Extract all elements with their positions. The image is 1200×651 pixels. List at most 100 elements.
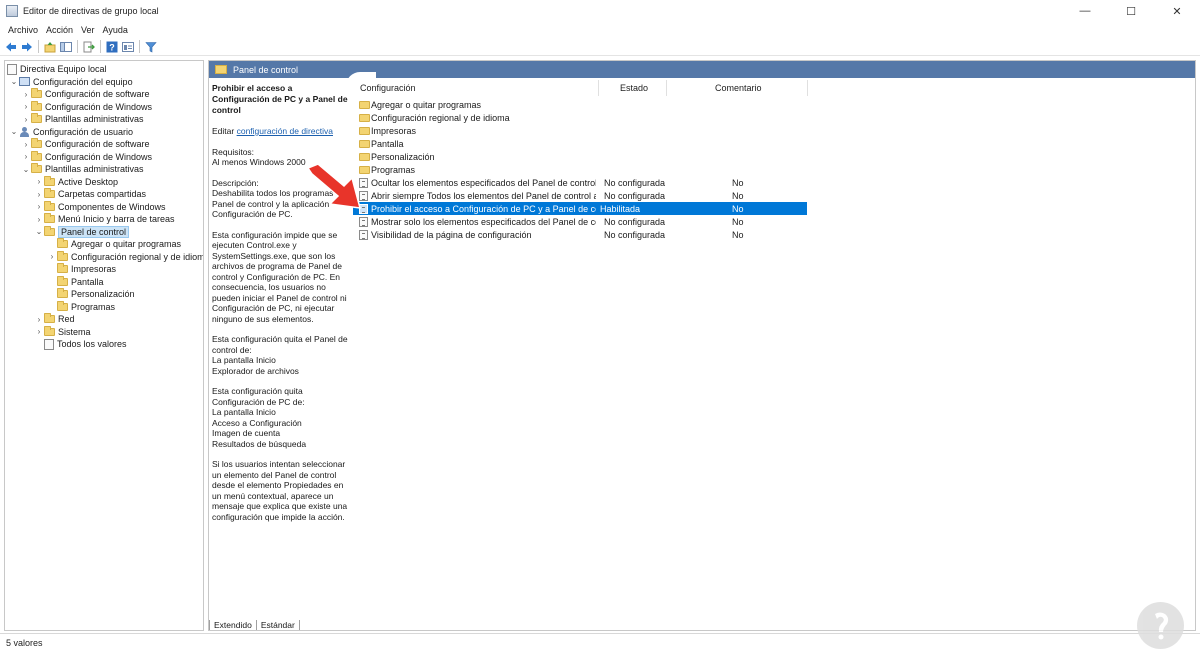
menu-archivo[interactable]: Archivo: [4, 25, 42, 35]
column-comentario[interactable]: Comentario: [715, 78, 762, 98]
menu-ver[interactable]: Ver: [77, 25, 99, 35]
chevron-right-icon[interactable]: ›: [21, 140, 31, 149]
policy-document-icon: [44, 338, 54, 350]
tree-item[interactable]: › Menú Inicio y barra de tareas: [34, 213, 175, 226]
export-list-icon[interactable]: [82, 40, 95, 53]
up-folder-icon[interactable]: [43, 40, 56, 53]
menu-accion[interactable]: Acción: [42, 25, 77, 35]
folder-icon: [57, 300, 68, 311]
tab-estandar[interactable]: Estándar: [255, 620, 300, 630]
tree-item[interactable]: Pantalla: [57, 275, 104, 289]
chevron-right-icon[interactable]: ›: [34, 177, 44, 186]
chevron-right-icon[interactable]: ›: [34, 315, 44, 324]
maximize-button[interactable]: ☐: [1108, 0, 1154, 22]
chevron-right-icon[interactable]: ›: [47, 252, 57, 261]
tree-item[interactable]: Personalización: [57, 288, 135, 301]
chevron-right-icon[interactable]: ›: [21, 90, 31, 99]
window-title: Editor de directivas de grupo local: [23, 6, 159, 16]
list-item-policy[interactable]: Abrir siempre Todos los elementos del Pa…: [353, 189, 807, 202]
app-icon: [6, 5, 18, 17]
policy-title: Prohibir el acceso a Configuración de PC…: [212, 83, 348, 115]
tree-item[interactable]: Agregar o quitar programas: [57, 238, 181, 251]
tree-item[interactable]: › Carpetas compartidas: [34, 188, 146, 201]
tree-item[interactable]: Programas: [57, 300, 115, 314]
chevron-down-icon[interactable]: ⌄: [34, 227, 44, 236]
tab-extendido[interactable]: Extendido: [209, 620, 257, 630]
tree-item[interactable]: › Sistema: [34, 325, 91, 339]
tree-root[interactable]: Directiva Equipo local: [7, 63, 107, 76]
back-icon[interactable]: [4, 40, 17, 53]
folder-icon: [57, 263, 68, 274]
description-p4-item: Imagen de cuenta: [212, 428, 281, 438]
tree-item[interactable]: Impresoras: [57, 263, 116, 276]
list-item-folder[interactable]: Programas: [353, 163, 807, 176]
chevron-right-icon[interactable]: ›: [21, 115, 31, 124]
tree-item[interactable]: ⌄ Plantillas administrativas: [21, 163, 144, 176]
tree-item[interactable]: › Configuración de software: [21, 138, 150, 151]
forward-icon[interactable]: [20, 40, 33, 53]
list-item-policy[interactable]: Visibilidad de la página de configuració…: [353, 228, 807, 241]
description-p4: Esta configuración quita Configuración d…: [212, 386, 305, 407]
tree-item-user-config[interactable]: ⌄ Configuración de usuario: [9, 126, 133, 139]
description-p3-item: Explorador de archivos: [212, 365, 299, 376]
policy-setting-icon: [359, 229, 368, 240]
chevron-right-icon[interactable]: ›: [21, 102, 31, 111]
description-p4-item: Acceso a Configuración: [212, 417, 302, 428]
tree-item[interactable]: Todos los valores: [44, 338, 127, 351]
show-hide-tree-icon[interactable]: [59, 40, 72, 53]
close-button[interactable]: ✕: [1154, 0, 1200, 22]
chevron-right-icon[interactable]: ›: [34, 202, 44, 211]
properties-icon[interactable]: [121, 40, 134, 53]
tree-item[interactable]: › Configuración de Windows: [21, 100, 152, 114]
description-p5: Si los usuarios intentan seleccionar un …: [212, 459, 348, 522]
chevron-down-icon[interactable]: ⌄: [9, 127, 19, 136]
chevron-right-icon[interactable]: ›: [34, 190, 44, 199]
folder-icon: [31, 138, 42, 149]
chevron-down-icon[interactable]: ⌄: [21, 165, 31, 174]
tree-item[interactable]: › Plantillas administrativas: [21, 113, 144, 126]
status-text: 5 valores: [6, 637, 43, 648]
minimize-button[interactable]: —: [1062, 0, 1108, 22]
tree-item[interactable]: › Configuración regional y de idioma: [47, 250, 203, 264]
title-bar: Editor de directivas de grupo local — ☐ …: [0, 0, 1200, 22]
folder-icon: [57, 238, 68, 249]
list-item-folder[interactable]: Impresoras: [353, 124, 807, 137]
description-p4-item: Resultados de búsqueda: [212, 438, 307, 449]
red-arrow-annotation: [306, 163, 362, 209]
chevron-right-icon[interactable]: ›: [34, 327, 44, 336]
folder-icon: [57, 250, 68, 261]
folder-icon: [44, 200, 55, 211]
tree-item[interactable]: › Configuración de Windows: [21, 150, 152, 164]
folder-icon: [44, 313, 55, 324]
chevron-down-icon[interactable]: ⌄: [9, 77, 19, 86]
chevron-right-icon[interactable]: ›: [34, 215, 44, 224]
list-item-policy[interactable]: Ocultar los elementos especificados del …: [353, 176, 807, 189]
folder-icon: [31, 163, 42, 174]
menu-ayuda[interactable]: Ayuda: [99, 25, 132, 35]
edit-policy-link[interactable]: configuración de directiva: [237, 126, 333, 136]
column-configuracion[interactable]: Configuración: [360, 78, 416, 98]
list-item-folder[interactable]: Agregar o quitar programas: [353, 98, 807, 111]
list-item-policy[interactable]: Mostrar solo los elementos especificados…: [353, 215, 807, 228]
list-item-folder[interactable]: Personalización: [353, 150, 807, 163]
help-icon[interactable]: ?: [105, 40, 118, 53]
view-tabs: Extendido Estándar: [209, 619, 300, 630]
list-item-folder[interactable]: Pantalla: [353, 137, 807, 150]
tree-item[interactable]: › Componentes de Windows: [34, 200, 166, 214]
tree-item-panel-de-control[interactable]: ⌄ Panel de control: [34, 225, 130, 239]
description-p2: Esta configuración impide que se ejecute…: [212, 229, 347, 324]
folder-icon: [359, 152, 370, 161]
tree-item[interactable]: › Configuración de software: [21, 88, 150, 101]
tree-item[interactable]: › Red: [34, 313, 75, 326]
tree-item-computer-config[interactable]: ⌄ Configuración del equipo: [9, 76, 133, 89]
folder-icon: [31, 88, 42, 99]
folder-icon: [31, 113, 42, 124]
settings-list: Configuración Estado Comentario Agregar …: [353, 78, 1195, 240]
chevron-right-icon[interactable]: ›: [21, 152, 31, 161]
column-estado[interactable]: Estado: [620, 78, 648, 98]
list-item-folder[interactable]: Configuración regional y de idioma: [353, 111, 807, 124]
filter-icon[interactable]: [144, 40, 157, 53]
description-p3: Esta configuración quita el Panel de con…: [212, 334, 348, 355]
tree-item[interactable]: › Active Desktop: [34, 175, 118, 189]
list-item-policy-selected[interactable]: Prohibir el acceso a Configuración de PC…: [353, 202, 807, 215]
